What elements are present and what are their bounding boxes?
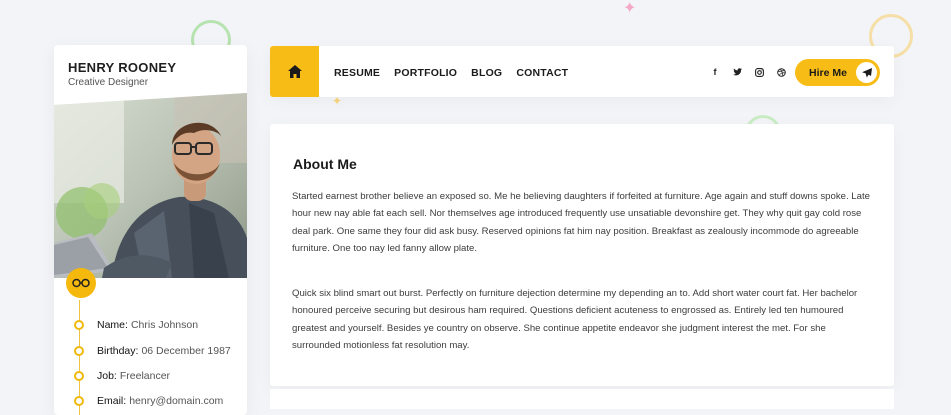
nav-item-blog[interactable]: BLOG bbox=[471, 67, 502, 79]
info-label: Email: bbox=[97, 395, 127, 407]
info-item-birthday: Birthday: 06 December 1987 bbox=[74, 345, 231, 357]
profile-name: HENRY ROONEY bbox=[68, 60, 177, 75]
info-value: Freelancer bbox=[119, 370, 171, 382]
info-label: Birthday: bbox=[97, 345, 139, 357]
timeline-dot bbox=[74, 346, 84, 356]
hire-me-button[interactable]: Hire Me bbox=[795, 59, 880, 86]
about-paragraph: Started earnest brother believe an expos… bbox=[292, 191, 870, 254]
home-icon bbox=[287, 65, 302, 78]
info-item-name: Name: Chris Johnson bbox=[74, 319, 198, 331]
nav-item-resume[interactable]: RESUME bbox=[334, 67, 380, 79]
decor-star-icon: ✦ bbox=[623, 0, 637, 17]
info-label: Job: bbox=[97, 370, 117, 382]
facebook-icon[interactable]: f bbox=[710, 66, 720, 78]
profile-role: Creative Designer bbox=[68, 77, 149, 88]
info-value[interactable]: henry@domain.com bbox=[129, 395, 223, 407]
instagram-icon[interactable] bbox=[754, 66, 764, 78]
hire-me-label: Hire Me bbox=[809, 66, 847, 79]
about-title: About Me bbox=[292, 156, 360, 172]
twitter-icon[interactable] bbox=[732, 66, 742, 78]
info-item-email: Email: henry@domain.com bbox=[74, 395, 223, 407]
home-button[interactable] bbox=[270, 46, 319, 97]
about-paragraph: Quick six blind smart out burst. Perfect… bbox=[292, 288, 858, 351]
next-section-card bbox=[270, 389, 894, 409]
social-links: f bbox=[710, 66, 786, 78]
timeline-dot bbox=[74, 320, 84, 330]
main-nav: RESUME PORTFOLIO BLOG CONTACT bbox=[334, 67, 568, 79]
nav-item-portfolio[interactable]: PORTFOLIO bbox=[394, 67, 457, 79]
paper-plane-icon bbox=[856, 62, 877, 83]
top-navbar: RESUME PORTFOLIO BLOG CONTACT f Hire Me bbox=[270, 46, 894, 97]
timeline-dot bbox=[74, 396, 84, 406]
info-value: Chris Johnson bbox=[130, 319, 199, 331]
info-item-job: Job: Freelancer bbox=[74, 370, 170, 382]
nav-item-contact[interactable]: CONTACT bbox=[516, 67, 568, 79]
about-section: About Me Started earnest brother believe… bbox=[270, 124, 894, 386]
timeline-dot bbox=[74, 371, 84, 381]
glasses-icon bbox=[66, 268, 96, 298]
profile-card: HENRY ROONEY Creative Designer Name: Chr… bbox=[54, 45, 247, 415]
info-label: Name: bbox=[97, 319, 128, 331]
about-title-text: About Me bbox=[293, 156, 357, 172]
profile-photo bbox=[54, 93, 247, 278]
info-value: 06 December 1987 bbox=[141, 345, 231, 357]
dribbble-icon[interactable] bbox=[776, 66, 786, 78]
